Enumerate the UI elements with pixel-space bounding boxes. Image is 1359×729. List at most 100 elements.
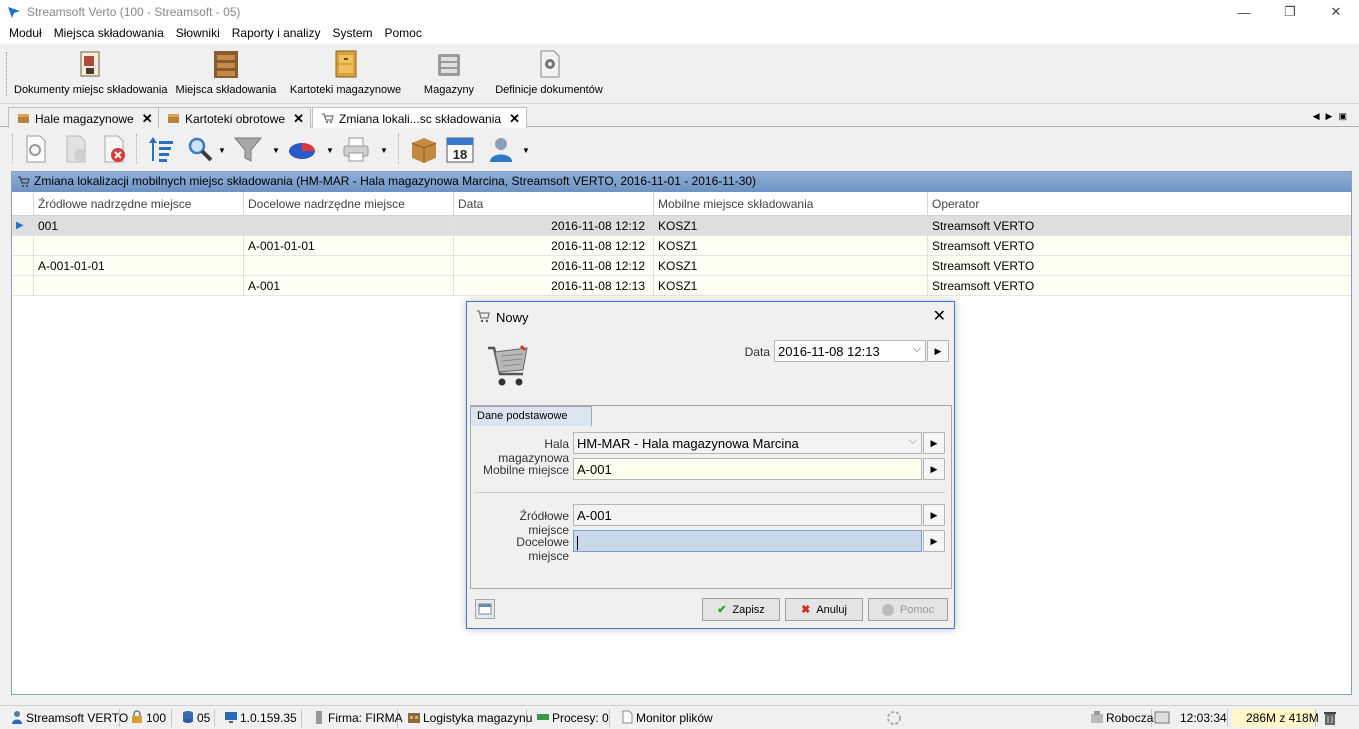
menu-system[interactable]: System [326, 24, 378, 44]
hall-select[interactable]: HM-MAR - Hala magazynowa Marcina ⌵ [573, 432, 922, 454]
cancel-button[interactable]: ✖ Anuluj [785, 598, 863, 621]
target-field[interactable] [573, 530, 922, 552]
text-cursor [577, 535, 578, 550]
ribbon-dokumenty-button[interactable]: Dokumenty miejsc składowania [14, 48, 167, 102]
dialog-settings-button[interactable] [475, 599, 495, 619]
column-header-src[interactable]: Źródłowe nadrzędne miejsce [33, 192, 243, 216]
preview-document-icon[interactable] [20, 133, 52, 165]
sort-icon[interactable] [146, 133, 178, 165]
date-label: Data [744, 345, 770, 359]
table-cell-src [33, 276, 243, 296]
status-processes[interactable]: Procesy: 0 [534, 709, 610, 727]
table-cell-date: 2016-11-08 12:12 [453, 256, 653, 276]
table-cell-src: A-001-01-01 [33, 256, 243, 276]
save-button[interactable]: ✔ Zapisz [702, 598, 780, 621]
menu-raporty[interactable]: Raporty i analizy [226, 24, 327, 44]
minimize-button[interactable]: — [1221, 0, 1267, 24]
table-row[interactable]: A-001 2016-11-08 12:13 KOSZ1 Streamsoft VER… [12, 276, 1351, 296]
tab-kartoteki-obrotowe[interactable]: Kartoteki obrotowe ✕ [158, 107, 311, 128]
delete-document-icon[interactable] [98, 133, 130, 165]
grid-rows: ▶ 001 2016-11-08 12:12 KOSZ1 Streamsoft VERT… [12, 216, 1351, 296]
box-icon [18, 114, 29, 123]
column-header-date[interactable]: Data [453, 192, 653, 216]
row-indicator-icon [12, 236, 33, 256]
chevron-down-icon[interactable]: ⌵ [913, 343, 921, 356]
close-tab-icon[interactable]: ✕ [142, 111, 153, 127]
menu-modul[interactable]: Moduł [3, 24, 48, 44]
search-dropdown-icon[interactable]: ▼ [218, 146, 226, 155]
user-icon[interactable] [486, 133, 518, 165]
date-field[interactable]: 2016-11-08 12:13 ⌵ [774, 340, 926, 362]
shopping-cart-icon [488, 344, 528, 386]
close-tab-icon[interactable]: ✕ [509, 111, 520, 127]
status-database: 05 [179, 709, 215, 727]
table-cell-date: 2016-11-08 12:12 [453, 236, 653, 256]
package-icon[interactable] [408, 133, 440, 165]
search-icon[interactable] [184, 133, 216, 165]
close-tab-icon[interactable]: ✕ [293, 111, 304, 127]
print-icon[interactable] [340, 133, 372, 165]
shelf-icon [214, 51, 238, 78]
mobile-field[interactable]: A-001 [573, 458, 922, 480]
table-cell-src [33, 236, 243, 256]
ribbon-magazyny-button[interactable]: Magazyny [418, 48, 480, 102]
column-header-operator[interactable]: Operator [927, 192, 1351, 216]
table-cell-dst: A-001 [243, 276, 453, 296]
chevron-down-icon[interactable]: ⌵ [909, 435, 917, 448]
add-document-icon[interactable] [60, 133, 92, 165]
processes-icon [537, 714, 549, 720]
chart-dropdown-icon[interactable]: ▼ [326, 146, 334, 155]
filter-dropdown-icon[interactable]: ▼ [272, 146, 280, 155]
ribbon-miejsca-button[interactable]: Miejsca składowania [175, 48, 277, 102]
hall-arrow-button[interactable]: ▶ [923, 432, 945, 454]
tab-dane-podstawowe[interactable]: Dane podstawowe [470, 406, 592, 426]
table-row[interactable]: A-001-01-01 2016-11-08 12:12 KOSZ1 Streamso… [12, 256, 1351, 276]
status-firm: Firma: FIRMA [310, 709, 403, 727]
help-button[interactable]: Pomoc [868, 598, 948, 621]
chart-icon[interactable] [286, 133, 318, 165]
close-window-button[interactable]: ✕ [1313, 0, 1359, 24]
busy-spinner-icon [887, 711, 901, 725]
cart-icon [322, 113, 334, 123]
calendar-icon[interactable]: 18 [444, 133, 476, 165]
date-arrow-button[interactable]: ▶ [927, 340, 949, 362]
ribbon-grip [6, 52, 8, 96]
tab-navigation-arrows[interactable]: ◀▶▣ [1313, 111, 1353, 122]
maximize-button[interactable]: ❐ [1267, 0, 1313, 24]
column-header-mobile[interactable]: Mobilne miejsce składowania [653, 192, 927, 216]
target-label: Docelowe miejsce [516, 535, 569, 563]
table-row[interactable]: A-001-01-01 2016-11-08 12:12 KOSZ1 Streamso… [12, 236, 1351, 256]
column-header-dst[interactable]: Docelowe nadrzędne miejsce [243, 192, 453, 216]
table-cell-dst: A-001-01-01 [243, 236, 453, 256]
documents-icon [80, 51, 100, 77]
table-cell-operator: Streamsoft VERTO [927, 256, 1351, 276]
trash-icon[interactable] [1323, 710, 1337, 726]
menu-bar: Moduł Miejsca składowania Słowniki Rapor… [0, 24, 1359, 44]
table-row[interactable]: ▶ 001 2016-11-08 12:12 KOSZ1 Streamsoft VERT… [12, 216, 1351, 236]
menu-miejsca-skladowania[interactable]: Miejsca składowania [48, 24, 170, 44]
status-workspace[interactable]: Robocza [1088, 709, 1153, 727]
source-arrow-button[interactable]: ▶ [923, 504, 945, 526]
ribbon-definicje-button[interactable]: Definicje dokumentów [494, 48, 604, 102]
ribbon-kartoteki-button[interactable]: Kartoteki magazynowe [288, 48, 403, 102]
source-field[interactable]: A-001 [573, 504, 922, 526]
menu-pomoc[interactable]: Pomoc [379, 24, 428, 44]
target-arrow-button[interactable]: ▶ [923, 530, 945, 552]
status-file-monitor[interactable]: Monitor plików [618, 709, 713, 727]
tab-hale-magazynowe[interactable]: Hale magazynowe ✕ [8, 107, 160, 128]
status-version: 1.0.159.35 [222, 709, 302, 727]
new-relocation-dialog: Nowy ✕ Data 2016-11-08 12:13 ⌵ ▶ Dane po… [466, 301, 955, 629]
menu-slowniki[interactable]: Słowniki [170, 24, 226, 44]
tab-zmiana-lokalizacji[interactable]: Zmiana lokali...sc składowania ✕ [312, 107, 527, 128]
svg-text:18: 18 [453, 147, 467, 162]
grid-panel-title: Zmiana lokalizacji mobilnych miejsc skła… [12, 172, 1351, 192]
user-dropdown-icon[interactable]: ▼ [522, 146, 530, 155]
screen-icon[interactable] [1154, 711, 1170, 725]
mobile-arrow-button[interactable]: ▶ [923, 458, 945, 480]
monitor-icon [225, 712, 237, 723]
table-cell-dst [243, 256, 453, 276]
table-cell-mobile: KOSZ1 [653, 276, 927, 296]
filter-icon[interactable] [232, 133, 264, 165]
print-dropdown-icon[interactable]: ▼ [380, 146, 388, 155]
dialog-close-button[interactable]: ✕ [933, 306, 946, 326]
